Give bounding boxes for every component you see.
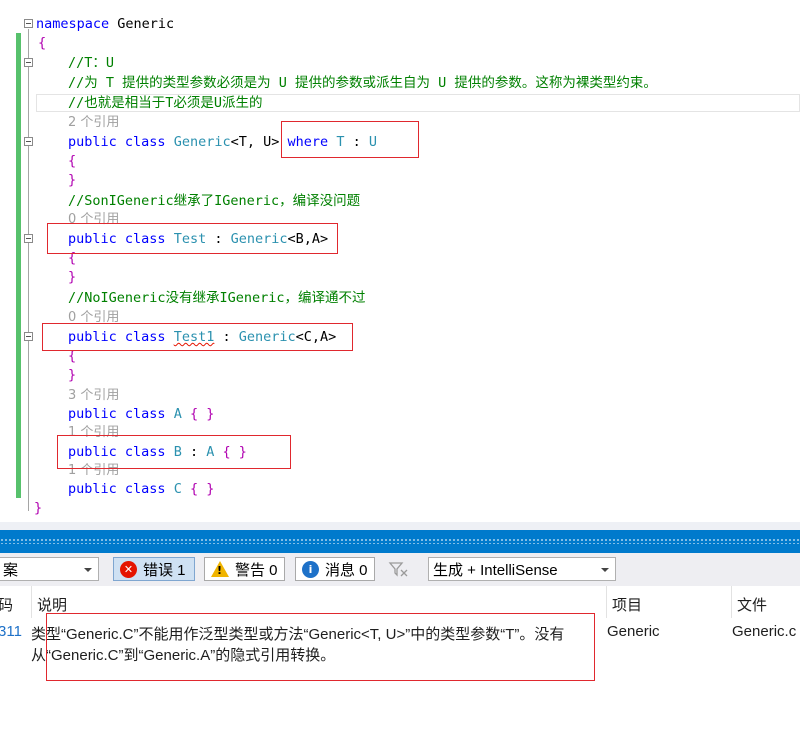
comment-line: //NoIGeneric没有继承IGeneric，编译通不过 <box>68 290 366 306</box>
close-brace: } <box>68 367 77 383</box>
namespace-close-brace: } <box>34 500 43 516</box>
error-description-line: 从“Generic.C”到“Generic.A”的隐式引用转换。 <box>31 647 336 664</box>
build-source-dropdown[interactable]: 生成 + IntelliSense <box>428 557 616 581</box>
panel-title-bar[interactable] <box>0 530 800 553</box>
reference-count[interactable]: 1 个引用 <box>68 425 119 441</box>
fold-guide <box>28 29 29 511</box>
column-header-code[interactable]: 码 <box>0 594 13 615</box>
open-brace: { <box>68 153 77 169</box>
messages-filter-button[interactable]: i 消息 0 <box>295 557 375 581</box>
collapse-icon[interactable] <box>24 58 33 67</box>
a-class-declaration: public class A { } <box>68 406 215 422</box>
reference-count[interactable]: 0 个引用 <box>68 310 119 326</box>
error-project: Generic <box>607 623 660 640</box>
collapse-icon[interactable] <box>24 137 33 146</box>
namespace-line: namespace Generic <box>36 16 175 32</box>
errors-filter-button[interactable]: ✕ 错误 1 <box>113 557 195 581</box>
reference-count[interactable]: 0 个引用 <box>68 212 119 228</box>
panel-grip <box>0 538 800 544</box>
column-divider[interactable] <box>606 586 607 618</box>
table-row[interactable]: 311 类型“Generic.C”不能用作泛型类型或方法“Generic<T, … <box>0 618 800 666</box>
column-header-description[interactable]: 说明 <box>37 594 67 615</box>
b-class-declaration: public class B : A { } <box>68 444 247 460</box>
collapse-icon[interactable] <box>24 19 33 28</box>
test1-class-declaration: public class Test1 : Generic<C,A> <box>68 329 337 345</box>
collapse-icon[interactable] <box>24 234 33 243</box>
error-list-header: 码 说明 项目 文件 <box>0 586 800 619</box>
scope-dropdown[interactable]: 案 <box>0 557 99 581</box>
error-code[interactable]: 311 <box>0 623 22 640</box>
chevron-down-icon <box>601 568 609 572</box>
test-class-declaration: public class Test : Generic<B,A> <box>68 231 329 247</box>
column-header-file[interactable]: 文件 <box>737 594 767 615</box>
reference-count[interactable]: 2 个引用 <box>68 115 119 131</box>
chevron-down-icon <box>84 568 92 572</box>
namespace-open-brace: { <box>38 35 47 51</box>
error-file: Generic.c <box>732 623 797 640</box>
column-divider[interactable] <box>731 586 732 618</box>
change-bar <box>16 33 21 498</box>
close-brace: } <box>68 172 77 188</box>
c-class-declaration: public class C { } <box>68 481 215 497</box>
scope-dropdown-value: 案 <box>3 561 19 579</box>
comment-line: //T：U <box>68 55 115 71</box>
comment-line: //为 T 提供的类型参数必须是为 U 提供的参数或派生自为 U 提供的参数。这… <box>68 75 657 91</box>
generic-class-declaration: public class Generic<T, U> where T : U <box>68 134 377 150</box>
error-list-body: 311 类型“Generic.C”不能用作泛型类型或方法“Generic<T, … <box>0 613 800 736</box>
error-list-toolbar: 案 ✕ 错误 1 ! 警告 0 i 消息 0 生成 + IntelliSense <box>0 553 800 586</box>
code-editor[interactable]: namespace Generic { //T：U //为 T 提供的类型参数必… <box>0 0 800 522</box>
open-brace: { <box>68 250 77 266</box>
error-icon: ✕ <box>120 560 137 578</box>
collapse-icon[interactable] <box>24 332 33 341</box>
messages-filter-label: 消息 0 <box>325 561 368 579</box>
warnings-filter-button[interactable]: ! 警告 0 <box>204 557 285 581</box>
errors-filter-label: 错误 1 <box>143 561 186 579</box>
info-icon: i <box>302 560 319 578</box>
build-source-value: 生成 + IntelliSense <box>433 561 558 579</box>
column-header-project[interactable]: 项目 <box>612 594 642 615</box>
panel-splitter[interactable] <box>0 522 800 530</box>
filter-icon[interactable] <box>387 559 411 579</box>
reference-count[interactable]: 1 个引用 <box>68 463 119 479</box>
warning-icon: ! <box>211 561 229 577</box>
comment-line: //也就是相当于T必须是U派生的 <box>68 95 263 111</box>
open-brace: { <box>68 348 77 364</box>
error-description-line: 类型“Generic.C”不能用作泛型类型或方法“Generic<T, U>”中… <box>31 626 565 643</box>
warnings-filter-label: 警告 0 <box>235 561 278 579</box>
column-divider[interactable] <box>31 586 32 618</box>
comment-line: //SonIGeneric继承了IGeneric，编译没问题 <box>68 193 361 209</box>
close-brace: } <box>68 269 77 285</box>
reference-count[interactable]: 3 个引用 <box>68 388 119 404</box>
